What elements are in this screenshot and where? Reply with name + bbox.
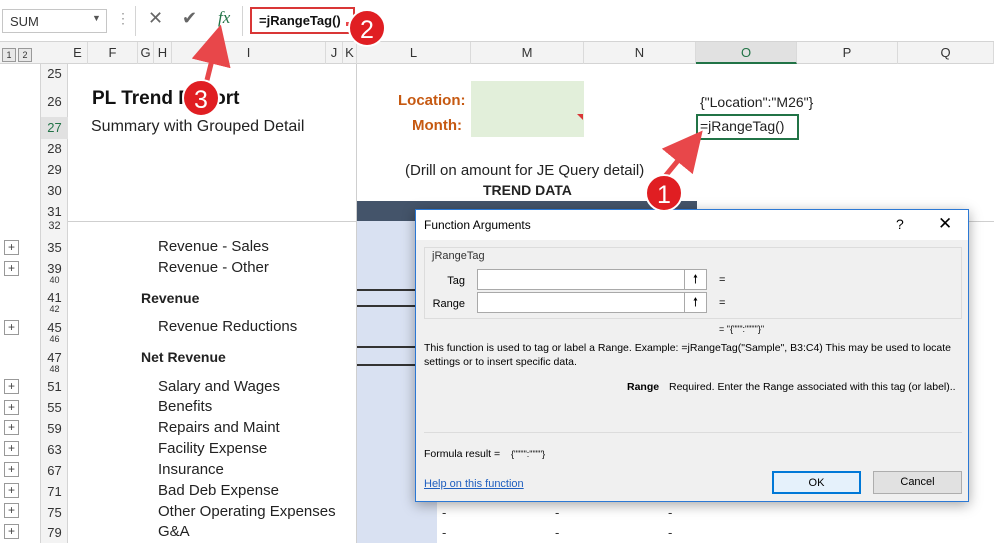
callout-badge-1: 1 bbox=[645, 174, 683, 212]
callout-badge-2: 2 bbox=[348, 9, 386, 47]
callout-badge-3: 3 bbox=[182, 79, 220, 117]
callout-arrow-3 bbox=[191, 24, 231, 85]
callout-arrows bbox=[191, 22, 703, 182]
